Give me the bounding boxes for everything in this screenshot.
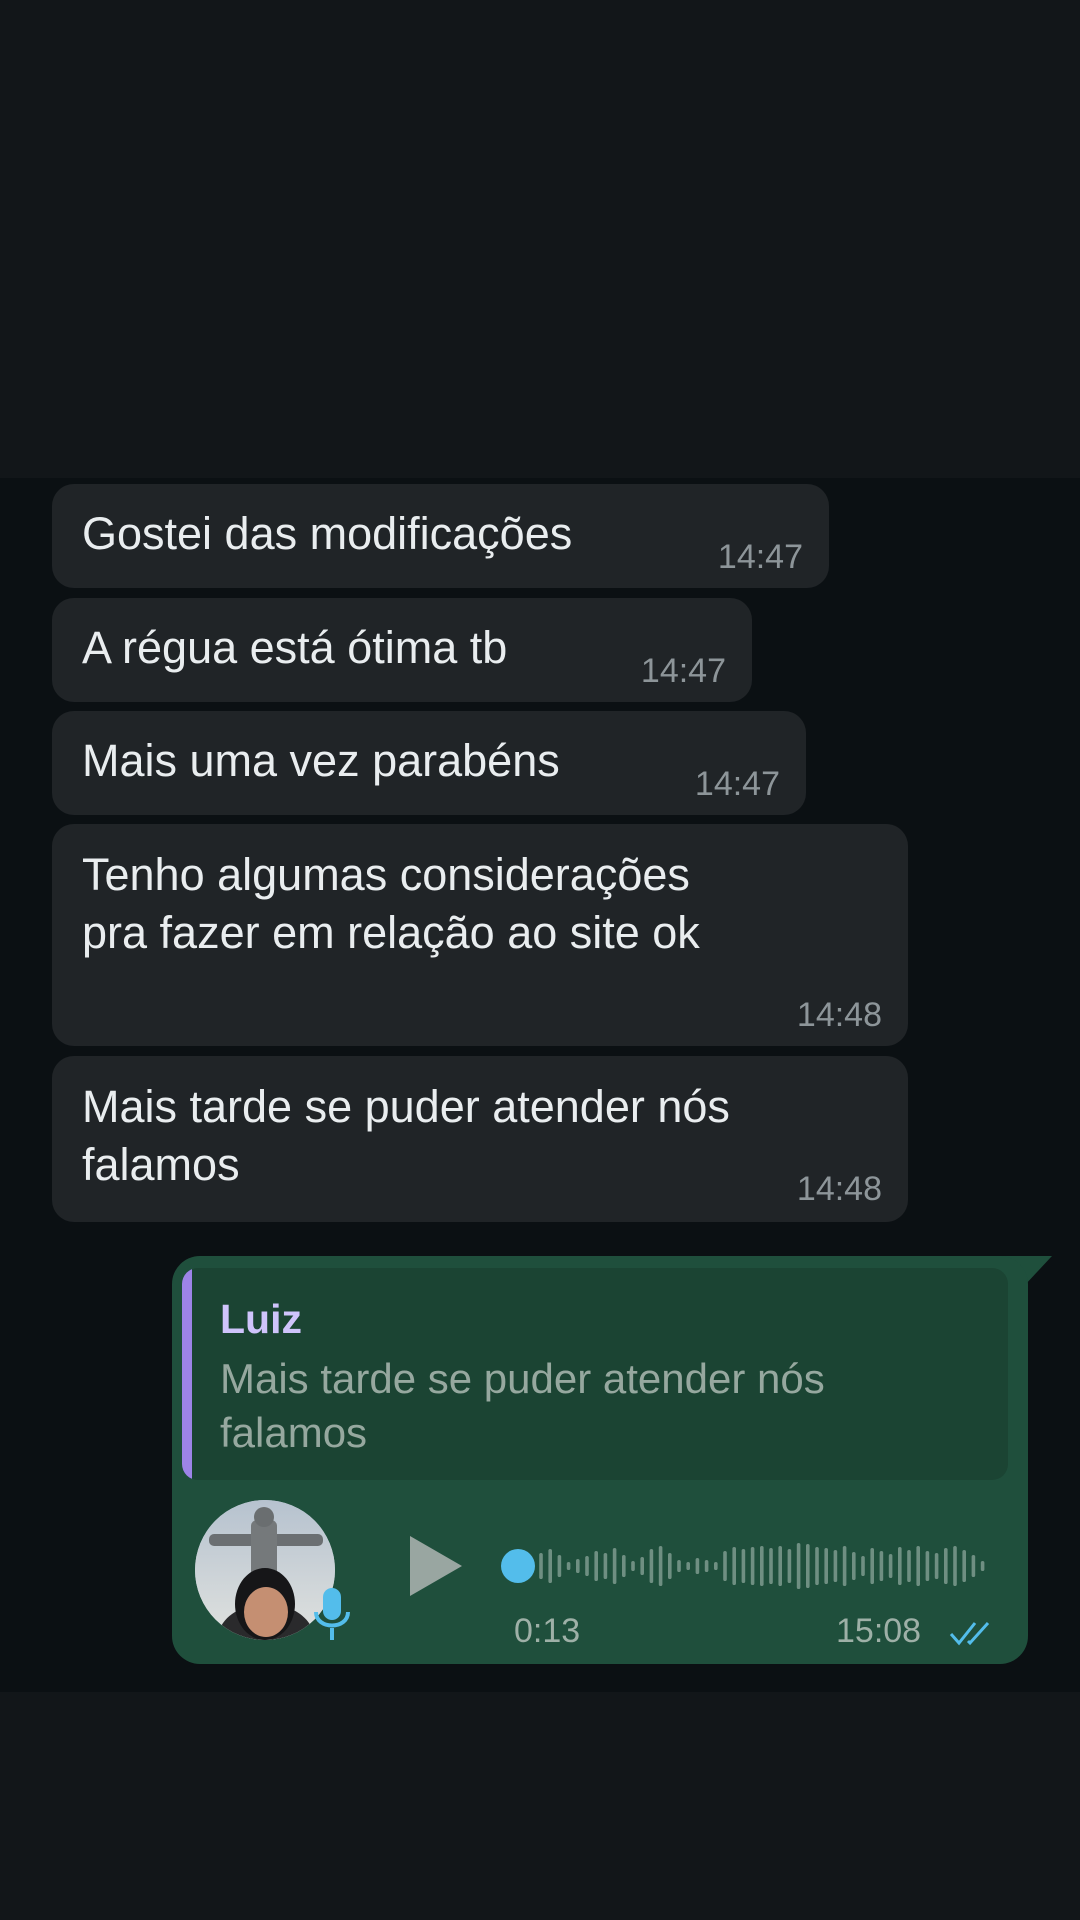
waveform-bar <box>842 1546 847 1586</box>
message-text: Gostei das modificações <box>82 508 573 559</box>
message-text-line: falamos <box>82 1139 240 1190</box>
quote-text: Mais tarde se puder atender nós falamos <box>220 1355 825 1456</box>
waveform-bar <box>916 1546 920 1586</box>
waveform-bar <box>833 1550 838 1582</box>
waveform-bar <box>796 1543 801 1589</box>
waveform-bar <box>852 1552 856 1580</box>
top-dark-area <box>0 0 1080 478</box>
waveform-bar <box>861 1556 865 1576</box>
message-bubble-incoming[interactable]: Gostei das modificações 14:47 <box>52 484 829 588</box>
waveform-bar <box>566 1562 571 1570</box>
waveform-bar <box>741 1549 746 1583</box>
message-time: 14:48 <box>796 1170 882 1208</box>
waveform-bar <box>953 1546 957 1586</box>
message-bubble-incoming[interactable]: Tenho algumas considerações pra fazer em… <box>52 824 908 1046</box>
waveform-bar <box>907 1550 911 1582</box>
waveform-bar <box>750 1547 755 1585</box>
waveform-bar <box>980 1561 985 1571</box>
message-time: 14:47 <box>640 652 726 690</box>
waveform-bar <box>594 1551 598 1581</box>
message-bubble-incoming[interactable]: Mais tarde se puder atender nós falamos … <box>52 1056 908 1222</box>
waveform-bar <box>649 1549 654 1583</box>
waveform-bar <box>686 1562 690 1570</box>
waveform-bar <box>539 1553 543 1579</box>
waveform-bar <box>612 1548 617 1584</box>
waveform-bar <box>898 1547 902 1585</box>
waveform-bar <box>778 1546 782 1586</box>
waveform-bar <box>870 1548 874 1584</box>
waveform-bar <box>631 1561 635 1571</box>
double-check-icon <box>949 1621 990 1646</box>
waveform-bar <box>879 1551 884 1581</box>
waveform-bar <box>640 1557 644 1575</box>
waveform-bar <box>888 1554 893 1578</box>
voice-message-bubble[interactable]: Luiz Mais tarde se puder atender nós fal… <box>172 1256 1028 1664</box>
message-time: 15:08 <box>836 1612 922 1650</box>
waveform-bar <box>787 1549 792 1583</box>
waveform-bar <box>603 1553 608 1579</box>
message-text-line: Tenho algumas considerações <box>82 849 690 900</box>
message-bubble-incoming[interactable]: A régua está ótima tb 14:47 <box>52 598 752 702</box>
audio-duration: 0:13 <box>514 1612 581 1650</box>
waveform-bar <box>548 1549 552 1583</box>
bottom-dark-area <box>0 1692 1080 1920</box>
waveform-bar <box>658 1546 663 1586</box>
waveform-bar <box>815 1547 819 1585</box>
message-text-line: Mais tarde se puder atender nós <box>82 1081 730 1132</box>
waveform-bar <box>806 1544 810 1588</box>
message-time: 14:48 <box>796 996 882 1034</box>
waveform-bar <box>760 1546 764 1586</box>
quote-accent-bar <box>182 1268 192 1480</box>
waveform-bar <box>971 1555 976 1577</box>
waveform-bar <box>925 1551 930 1581</box>
message-text: A régua está ótima tb <box>82 622 508 673</box>
waveform-bar <box>677 1560 681 1572</box>
waveform-bar <box>723 1551 727 1581</box>
message-time: 14:47 <box>717 538 803 576</box>
waveform-bar <box>557 1555 562 1577</box>
waveform-bar <box>622 1555 626 1577</box>
message-text-line: pra fazer em relação ao site ok <box>82 907 700 958</box>
quote-author: Luiz <box>220 1296 302 1342</box>
waveform-bar <box>732 1547 736 1585</box>
play-icon[interactable] <box>404 1532 466 1600</box>
quoted-message[interactable]: Luiz Mais tarde se puder atender nós fal… <box>182 1268 1008 1480</box>
audio-waveform[interactable] <box>488 1526 988 1606</box>
waveform-bar <box>944 1548 948 1584</box>
waveform-bar <box>695 1558 700 1574</box>
message-time: 14:47 <box>694 765 780 803</box>
message-text: Mais uma vez parabéns <box>82 735 560 786</box>
waveform-bar <box>714 1562 718 1570</box>
message-bubble-incoming[interactable]: Mais uma vez parabéns 14:47 <box>52 711 806 815</box>
waveform-bar <box>824 1548 828 1584</box>
waveform-bar <box>769 1548 773 1584</box>
waveform-bar <box>704 1560 709 1572</box>
waveform-bar <box>668 1553 672 1579</box>
playback-progress-dot[interactable] <box>501 1549 535 1583</box>
waveform-bar <box>576 1559 580 1573</box>
waveform-bar <box>962 1550 966 1582</box>
waveform-bar <box>934 1553 939 1579</box>
mic-icon <box>314 1588 350 1640</box>
waveform-bar <box>585 1556 589 1576</box>
